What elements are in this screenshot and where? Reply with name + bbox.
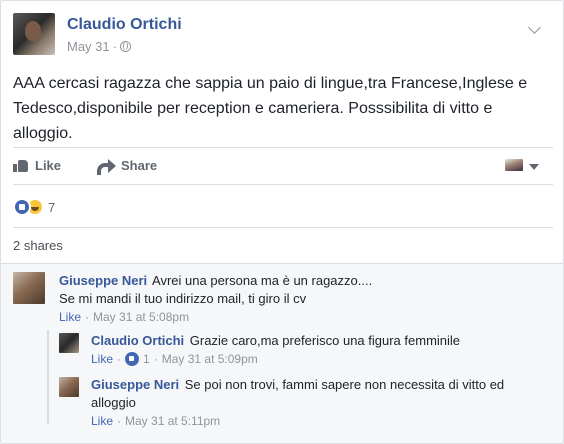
post-author-name[interactable]: Claudio Ortichi xyxy=(67,16,182,34)
comment-timestamp[interactable]: May 31 at 5:11pm xyxy=(125,414,220,428)
comment-like-link[interactable]: Like xyxy=(91,414,113,428)
commenter-avatar[interactable] xyxy=(13,272,45,304)
comment-timestamp[interactable]: May 31 at 5:08pm xyxy=(93,310,189,324)
comment-meta: Like · 1 · May 31 at 5:09pm xyxy=(91,352,541,366)
divider xyxy=(13,147,553,148)
comment-meta: Like · May 31 at 5:08pm xyxy=(59,310,539,324)
post-actions-bar: Like Share xyxy=(13,149,551,181)
post-body-text: AAA cercasi ragazza che sappia un paio d… xyxy=(13,75,528,142)
comment-body: Claudio Ortichi Grazie caro,ma preferisc… xyxy=(91,332,541,350)
divider xyxy=(13,184,553,185)
thumbs-up-icon xyxy=(13,158,29,172)
comment-text: Grazie caro,ma preferisco una figura fem… xyxy=(189,333,461,348)
reaction-count: 7 xyxy=(48,199,56,215)
comment-author[interactable]: Giuseppe Neri xyxy=(59,273,147,288)
share-button[interactable]: Share xyxy=(97,157,158,175)
comment-body: Giuseppe Neri Se poi non trovi, fammi sa… xyxy=(91,376,541,412)
page-avatar-selector[interactable] xyxy=(505,159,523,171)
comment-author[interactable]: Giuseppe Neri xyxy=(91,377,179,392)
meta-separator: · xyxy=(117,352,122,366)
comment-body: Giuseppe Neri Avrei una persona ma è un … xyxy=(59,272,539,308)
chevron-down-icon[interactable] xyxy=(528,21,541,34)
comment-text: Se mi mandi il tuo indirizzo mail, ti gi… xyxy=(59,291,307,306)
post-date[interactable]: May 31 xyxy=(67,39,110,54)
comment-timestamp[interactable]: May 31 at 5:09pm xyxy=(162,352,258,366)
comments-section: Giuseppe Neri Avrei una persona ma è un … xyxy=(1,263,563,443)
comment-like-link[interactable]: Like xyxy=(91,352,113,366)
share-arrow-icon xyxy=(97,158,117,175)
commenter-avatar[interactable] xyxy=(59,333,79,353)
author-avatar[interactable] xyxy=(13,13,55,55)
like-button[interactable]: Like xyxy=(13,158,61,173)
meta-separator: · xyxy=(117,414,122,428)
comment-text: Avrei una persona ma è un ragazzo.... xyxy=(152,273,373,288)
comment-like-link[interactable]: Like xyxy=(59,310,81,324)
commenter-avatar[interactable] xyxy=(59,377,79,397)
comment-meta: Like · May 31 at 5:11pm xyxy=(91,414,541,428)
reply-thread-line xyxy=(47,330,49,424)
post-card: Claudio Ortichi May 31 · AAA cercasi rag… xyxy=(0,0,564,444)
divider xyxy=(13,227,553,228)
post-meta: May 31 · xyxy=(67,39,131,54)
comment-text: Se poi non trovi, fammi sapere non neces… xyxy=(184,377,505,392)
caret-down-icon[interactable] xyxy=(529,164,539,170)
meta-separator: · xyxy=(85,310,90,324)
post-header: Claudio Ortichi May 31 · xyxy=(13,13,553,63)
like-reaction-icon xyxy=(13,198,31,216)
meta-separator: · xyxy=(153,352,158,366)
shares-count[interactable]: 2 shares xyxy=(13,238,63,253)
share-button-label: Share xyxy=(121,157,158,173)
comment-author[interactable]: Claudio Ortichi xyxy=(91,333,184,348)
reactions-summary[interactable]: 7 xyxy=(13,197,55,217)
like-reaction-icon xyxy=(125,352,140,366)
globe-icon[interactable] xyxy=(119,41,131,52)
meta-separator: · xyxy=(112,39,117,54)
like-button-label: Like xyxy=(35,157,62,173)
comment-text: alloggio xyxy=(91,395,136,410)
comment-like-count[interactable]: 1 xyxy=(143,352,150,366)
